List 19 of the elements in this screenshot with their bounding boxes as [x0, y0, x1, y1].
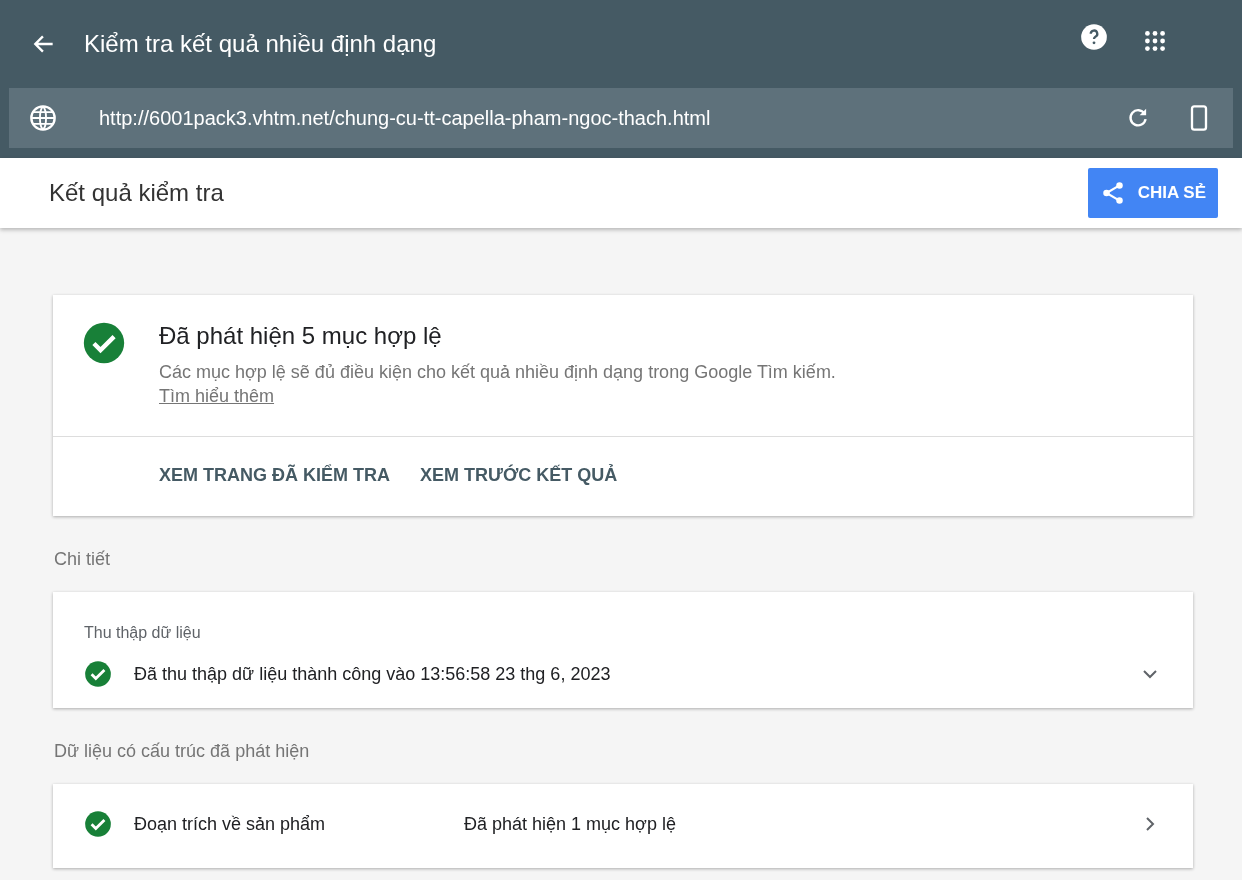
action-button[interactable]: XEM TRƯỚC KẾT QUẢ — [420, 461, 618, 490]
app-title: Kiểm tra kết quả nhiều định dạng — [84, 30, 438, 58]
share-button[interactable]: CHIA SẺ — [1087, 168, 1218, 218]
card-title: Thu thập dữ liệu — [84, 624, 202, 642]
globe-icon — [29, 104, 57, 132]
summary-title: Đã phát hiện 5 mục hợp lệ — [159, 322, 443, 350]
results-title: Kết quả kiểm tra — [49, 179, 224, 207]
learn-more-link[interactable]: Tìm hiểu thêm — [159, 386, 275, 406]
section-heading: Dữ liệu có cấu trúc đã phát hiện — [54, 741, 311, 762]
section-heading: Chi tiết — [54, 549, 112, 570]
apps-grid-icon[interactable] — [1142, 28, 1168, 54]
action-button[interactable]: XEM TRANG ĐÃ KIỂM TRA — [159, 461, 390, 490]
url-text: http://6001pack3.vhtm.net/chung-cu-tt-capella-pham-ngoc-thach.html — [99, 106, 712, 130]
structured-data-row[interactable]: Đoạn trích về sản phẩm Đã phát hiện 1 mục hợp lệ — [53, 784, 1193, 868]
help-icon[interactable] — [1080, 23, 1108, 51]
item-result: Đã phát hiện 1 mục hợp lệ — [464, 813, 677, 835]
item-name: Đoạn trích về sản phẩm — [134, 813, 327, 835]
status-text: Đã thu thập dữ liệu thành công vào 13:56:58 23 thg 6, 2023 — [134, 663, 612, 685]
summary-description: Các mục hợp lệ sẽ đủ điều kiện cho kết quả nhiều định dạng trong Google Tìm kiếm. Tìm hiểu thêm — [159, 361, 837, 408]
